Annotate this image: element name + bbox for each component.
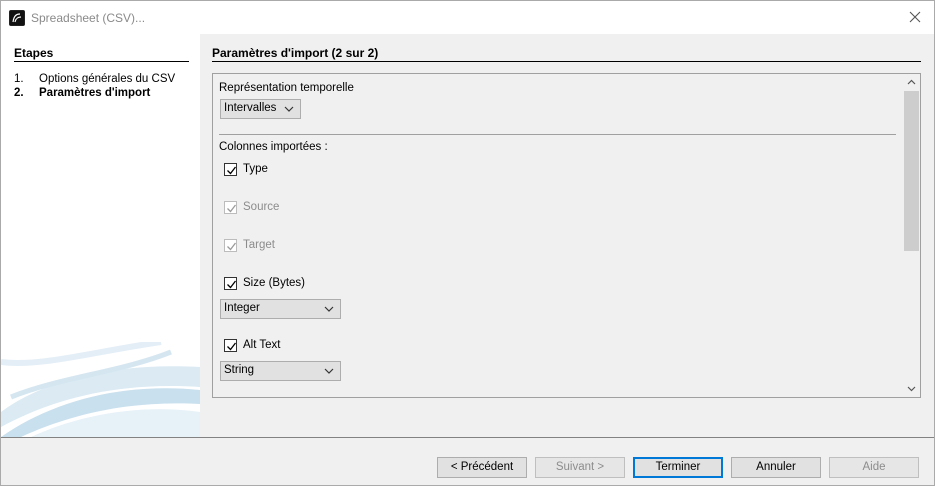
- checkbox-box[interactable]: [224, 339, 237, 352]
- options-panel: Représentation temporelle Intervalles Co…: [212, 73, 921, 398]
- imported-columns-label: Colonnes importées :: [219, 141, 328, 153]
- app-icon: [9, 10, 25, 26]
- checkbox-box: [224, 201, 237, 214]
- chevron-down-icon: [284, 106, 294, 112]
- page-title: Paramètres d'import (2 sur 2): [212, 46, 379, 60]
- help-button[interactable]: Aide: [829, 457, 919, 478]
- decorative-swoosh-graphic: [1, 342, 200, 437]
- checkbox-label: Type: [243, 163, 268, 175]
- checkbox-box: [224, 239, 237, 252]
- checkbox-box[interactable]: [224, 277, 237, 290]
- alt-text-type-dropdown[interactable]: String: [220, 361, 341, 381]
- next-button[interactable]: Suivant >: [535, 457, 625, 478]
- checkmark-icon: [227, 204, 237, 213]
- button-bar: < Précédent Suivant > Terminer Annuler A…: [1, 437, 934, 485]
- step-number: 1.: [14, 73, 24, 85]
- checkbox-label: Source: [243, 201, 280, 213]
- window-title: Spreadsheet (CSV)...: [31, 11, 146, 25]
- time-representation-label: Représentation temporelle: [219, 82, 354, 94]
- step-label: Options générales du CSV: [39, 73, 176, 85]
- vertical-scrollbar[interactable]: [903, 74, 920, 397]
- step-item-2: 2. Paramètres d'import: [14, 87, 150, 99]
- finish-button[interactable]: Terminer: [633, 457, 723, 478]
- page-title-divider: [212, 61, 921, 62]
- step-number: 2.: [14, 87, 24, 99]
- content-pane: Paramètres d'import (2 sur 2) Représenta…: [200, 34, 934, 437]
- close-icon[interactable]: [906, 8, 924, 26]
- checkmark-icon: [227, 242, 237, 251]
- cancel-button[interactable]: Annuler: [731, 457, 821, 478]
- size-type-dropdown[interactable]: Integer: [220, 299, 341, 319]
- previous-button[interactable]: < Précédent: [437, 457, 527, 478]
- import-dialog: Spreadsheet (CSV)... Etapes 1. Options gé…: [0, 0, 935, 486]
- steps-pane: Etapes 1. Options générales du CSV 2. Para…: [1, 34, 200, 437]
- alt-text-type-value: String: [224, 364, 255, 376]
- scroll-down-arrow-icon[interactable]: [907, 386, 916, 392]
- checkbox-box[interactable]: [224, 163, 237, 176]
- time-representation-value: Intervalles: [224, 102, 277, 114]
- checkmark-icon: [227, 166, 237, 175]
- section-divider: [219, 134, 896, 135]
- time-representation-dropdown[interactable]: Intervalles: [220, 99, 301, 119]
- chevron-down-icon: [324, 368, 334, 374]
- checkbox-label: Alt Text: [243, 339, 281, 351]
- chevron-down-icon: [324, 306, 334, 312]
- scroll-up-arrow-icon[interactable]: [907, 79, 916, 85]
- checkbox-label: Target: [243, 239, 275, 251]
- step-item-1: 1. Options générales du CSV: [14, 73, 175, 85]
- checkmark-icon: [227, 342, 237, 351]
- steps-title: Etapes: [14, 46, 54, 60]
- scrollbar-thumb[interactable]: [904, 91, 919, 251]
- checkbox-label: Size (Bytes): [243, 277, 305, 289]
- checkmark-icon: [227, 280, 237, 289]
- step-label: Paramètres d'import: [39, 87, 151, 99]
- size-type-value: Integer: [224, 302, 260, 314]
- steps-divider: [14, 61, 189, 62]
- title-bar: Spreadsheet (CSV)...: [1, 1, 934, 34]
